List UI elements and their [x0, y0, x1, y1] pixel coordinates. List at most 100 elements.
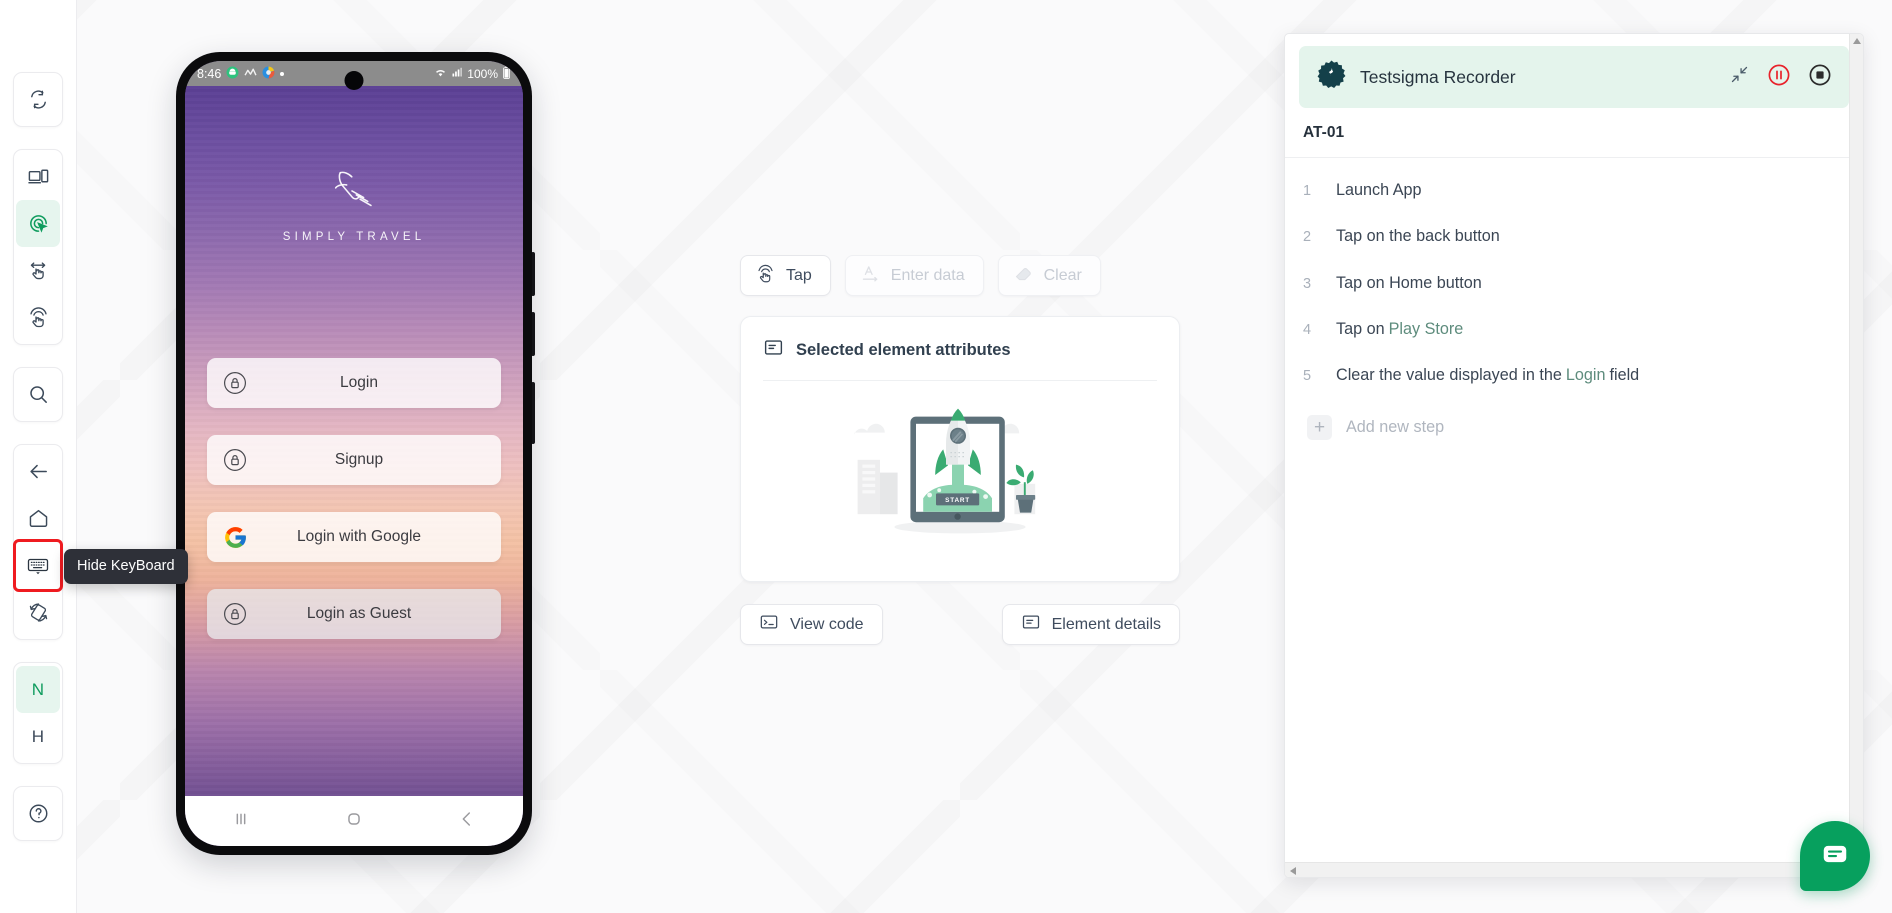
recents-icon[interactable]: [230, 808, 252, 835]
dot-icon: [280, 71, 285, 76]
action-clear-button[interactable]: Clear: [997, 255, 1101, 296]
recorder-steps-list: 1 Launch App 2 Tap on the back button 3 …: [1285, 158, 1863, 441]
plus-icon: +: [1307, 415, 1332, 441]
recorder-header: Testsigma Recorder: [1299, 46, 1849, 108]
step-token-element[interactable]: Play Store: [1385, 320, 1468, 338]
action-enter-data-button[interactable]: Enter data: [844, 255, 984, 296]
rotate-device-icon: [27, 601, 50, 624]
scroll-up-arrow-icon[interactable]: [1853, 38, 1861, 44]
back-chevron-icon[interactable]: [456, 808, 478, 835]
app-button-login-guest-label: Login as Guest: [306, 605, 412, 622]
inspect-target-icon: [27, 212, 50, 235]
recorder-horizontal-scrollbar[interactable]: [1285, 862, 1863, 877]
rail-button-rotate-screen[interactable]: [16, 589, 60, 636]
rail-group-context: N H: [13, 662, 63, 764]
step-text-suffix: field: [1609, 366, 1640, 384]
view-code-label: View code: [790, 615, 864, 633]
step-number: 4: [1303, 321, 1312, 338]
swipe-hand-icon: [27, 259, 50, 282]
rail-button-refresh-sync[interactable]: [16, 76, 60, 123]
collapse-arrows-icon[interactable]: [1729, 64, 1750, 90]
rail-button-device-screen[interactable]: [16, 153, 60, 200]
pause-circle-icon[interactable]: [1767, 63, 1791, 92]
action-toolbar: Tap Enter data Clear: [740, 255, 1180, 296]
browser-icon: [262, 66, 275, 82]
step-text: Clear the value displayed in the Login fie…: [1336, 365, 1639, 385]
app-button-signup-label: Signup: [334, 451, 384, 468]
rail-button-swipe-gesture[interactable]: [16, 247, 60, 294]
device-mirror: 8:46 100% SIMPLY TRAVEL Login Signup Log…: [176, 52, 535, 855]
action-clear-label: Clear: [1043, 266, 1082, 284]
phone-camera-notch: [344, 71, 364, 90]
action-tap-button[interactable]: Tap: [740, 255, 831, 296]
app-button-signup[interactable]: Signup: [207, 435, 501, 485]
step-text: Tap on Play Store: [1336, 319, 1467, 339]
terminal-icon: [759, 612, 779, 637]
phone-screen[interactable]: 8:46 100% SIMPLY TRAVEL Login Signup Log…: [185, 61, 523, 846]
app-button-login[interactable]: Login: [207, 358, 501, 408]
rail-button-hide-keyboard[interactable]: [13, 539, 63, 592]
step-text-plain: Tap on: [1336, 319, 1385, 338]
recorder-header-actions: [1729, 63, 1832, 92]
tap-hand-icon: [27, 306, 50, 329]
add-new-step-button[interactable]: + Add new step: [1303, 411, 1845, 441]
view-code-button[interactable]: View code: [740, 604, 883, 645]
home-square-icon[interactable]: [343, 808, 365, 835]
hide-keyboard-tooltip: Hide KeyBoard: [64, 549, 188, 584]
step-row[interactable]: 3 Tap on Home button: [1303, 273, 1845, 319]
rail-group-device-keys: [13, 444, 63, 640]
selected-element-attributes-card: Selected element attributes START: [740, 316, 1180, 582]
home-icon: [27, 507, 50, 530]
inspector-panel: Tap Enter data Clear Selected element at…: [740, 255, 1180, 645]
scroll-left-arrow-icon[interactable]: [1290, 867, 1296, 875]
rail-button-back[interactable]: [16, 448, 60, 495]
keyboard-icon: [26, 554, 50, 578]
rail-group-sync: [13, 72, 63, 127]
arrow-left-icon: [27, 460, 50, 483]
lock-icon: [207, 447, 263, 473]
testsigma-recorder-panel: Testsigma Recorder AT-01 1 Launch App 2 …: [1284, 33, 1864, 878]
recorder-vertical-scrollbar[interactable]: [1849, 34, 1863, 877]
rail-button-native-mode[interactable]: N: [16, 666, 60, 713]
rail-button-home[interactable]: [16, 495, 60, 542]
step-row[interactable]: 1 Launch App: [1303, 180, 1845, 226]
document-lines-icon: [1021, 612, 1041, 637]
google-icon: [207, 525, 263, 550]
rail-button-search[interactable]: [16, 371, 60, 418]
rail-button-tap-gesture[interactable]: [16, 294, 60, 341]
card-header: Selected element attributes: [763, 337, 1157, 381]
tap-hand-icon: [755, 263, 776, 289]
element-details-label: Element details: [1051, 615, 1161, 633]
step-text: Launch App: [1336, 180, 1422, 200]
stop-circle-icon[interactable]: [1808, 63, 1832, 92]
step-text: Tap on Home button: [1336, 273, 1482, 293]
illustration-start-label: START: [945, 497, 970, 504]
step-row[interactable]: 2 Tap on the back button: [1303, 226, 1845, 272]
testsigma-gear-icon: [1316, 59, 1347, 95]
document-lines-icon: [763, 337, 784, 363]
step-row[interactable]: 5 Clear the value displayed in the Login f…: [1303, 365, 1845, 411]
rail-button-inspect-element[interactable]: [16, 200, 60, 247]
signal-icon: [451, 66, 463, 81]
step-token-element[interactable]: Login: [1562, 366, 1610, 384]
chat-support-button[interactable]: [1800, 821, 1870, 891]
app-button-login-label: Login: [340, 374, 378, 391]
status-time: 8:46: [197, 66, 222, 81]
device-screen-icon: [27, 165, 50, 188]
step-number: 1: [1303, 183, 1312, 199]
step-row[interactable]: 4 Tap on Play Store: [1303, 319, 1845, 365]
rail-button-hybrid-mode[interactable]: H: [16, 713, 60, 760]
app-login-buttons: Login Signup Login with Google Login as …: [207, 358, 501, 666]
chat-bubble-icon: [1820, 839, 1850, 874]
letter-n-icon: N: [31, 679, 45, 699]
card-title: Selected element attributes: [796, 340, 1011, 359]
app-button-login-guest[interactable]: Login as Guest: [207, 589, 501, 639]
app-button-login-google[interactable]: Login with Google: [207, 512, 501, 562]
search-icon: [27, 383, 50, 406]
element-details-button[interactable]: Element details: [1001, 604, 1180, 645]
messages-icon: [226, 66, 239, 82]
rail-group-search: [13, 367, 63, 422]
rail-button-help[interactable]: [16, 790, 60, 837]
phone-nav-bar: [185, 796, 523, 846]
text-input-icon: [860, 263, 881, 289]
